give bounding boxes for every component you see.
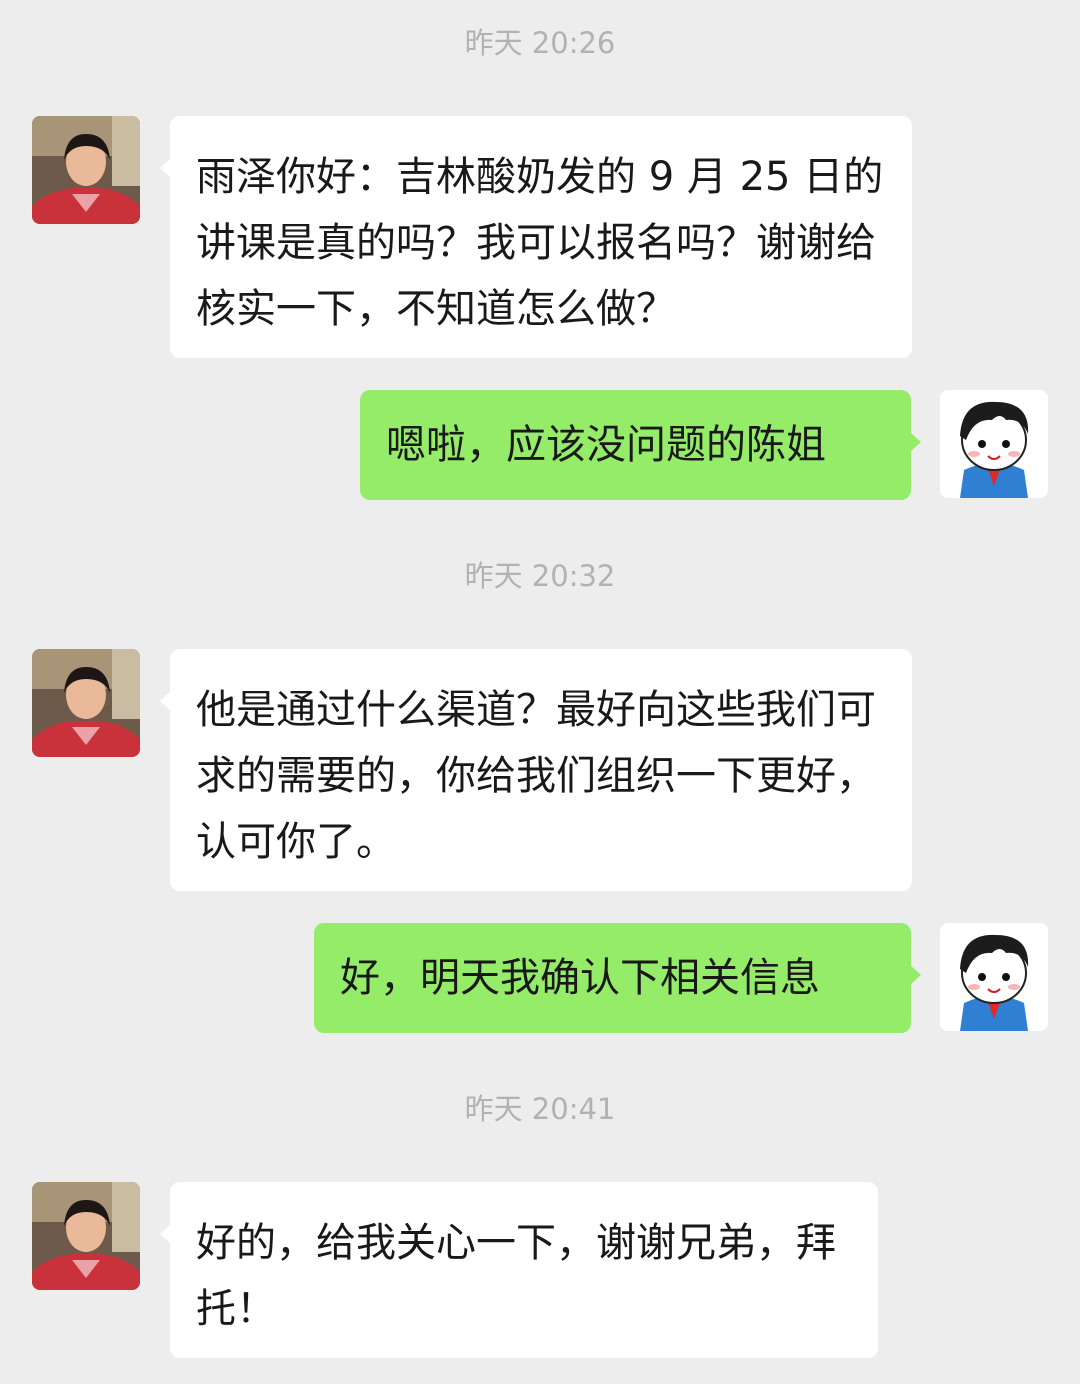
contact-photo-icon bbox=[32, 1182, 140, 1290]
contact-avatar[interactable] bbox=[32, 649, 140, 757]
cartoon-boy-icon bbox=[940, 390, 1048, 498]
timestamp: 昨天 20:26 bbox=[464, 26, 616, 60]
message-bubble-incoming[interactable]: 雨泽你好：吉林酸奶发的 9 月 25 日的讲课是真的吗？我可以报名吗？谢谢给核实… bbox=[160, 116, 912, 358]
contact-photo-icon bbox=[32, 116, 140, 224]
timestamp: 昨天 20:32 bbox=[464, 559, 616, 593]
contact-avatar[interactable] bbox=[32, 1182, 140, 1290]
message-bubble-outgoing[interactable]: 嗯啦，应该没问题的陈姐 bbox=[360, 390, 921, 500]
cartoon-boy-icon bbox=[940, 923, 1048, 1031]
contact-avatar[interactable] bbox=[32, 116, 140, 224]
self-avatar[interactable] bbox=[940, 390, 1048, 498]
message-bubble-incoming[interactable]: 好的，给我关心一下，谢谢兄弟，拜托！ bbox=[160, 1182, 878, 1358]
message-bubble-outgoing[interactable]: 好，明天我确认下相关信息 bbox=[314, 923, 921, 1033]
contact-photo-icon bbox=[32, 649, 140, 757]
message-bubble-incoming[interactable]: 他是通过什么渠道？最好向这些我们可求的需要的，你给我们组织一下更好，认可你了。 bbox=[160, 649, 912, 891]
timestamp: 昨天 20:41 bbox=[464, 1092, 616, 1126]
self-avatar[interactable] bbox=[940, 923, 1048, 1031]
